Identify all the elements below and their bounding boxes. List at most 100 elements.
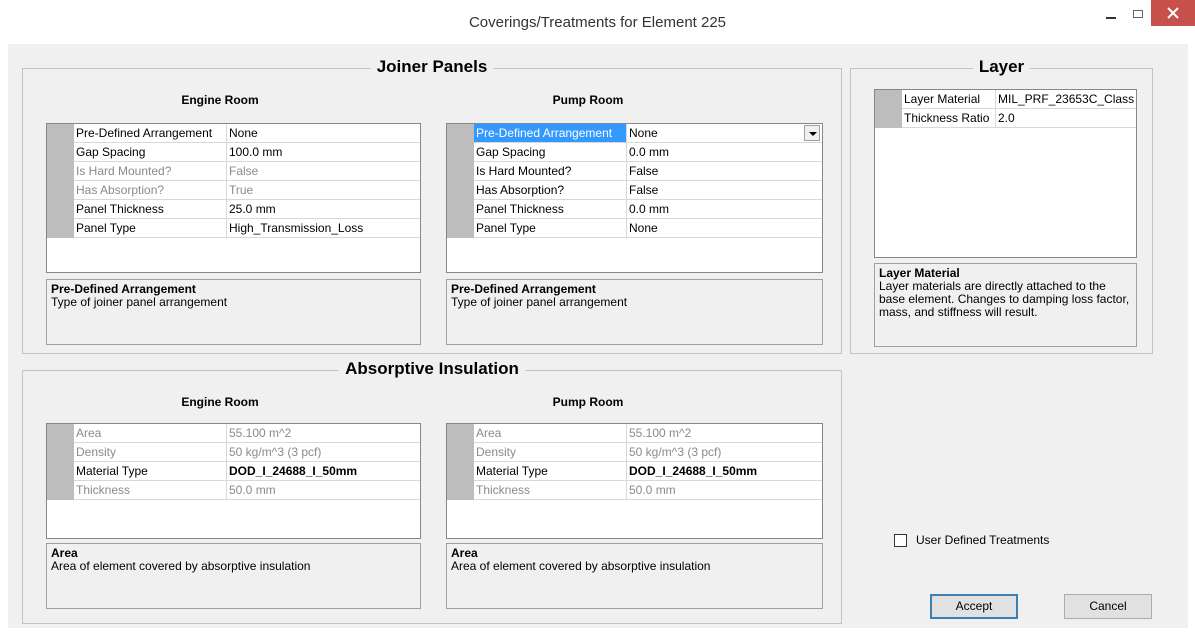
- description-text: Layer materials are directly attached to…: [879, 279, 1130, 319]
- property-name: Material Type: [74, 462, 227, 480]
- close-icon: [1167, 7, 1179, 19]
- property-value[interactable]: DOD_I_24688_I_50mm: [627, 462, 822, 480]
- property-row[interactable]: Is Hard Mounted? False: [474, 162, 822, 181]
- property-row[interactable]: Material Type DOD_I_24688_I_50mm: [74, 462, 420, 481]
- property-name: Area: [474, 424, 627, 442]
- property-name: Gap Spacing: [74, 143, 227, 161]
- property-row[interactable]: Panel Thickness 25.0 mm: [74, 200, 420, 219]
- minimize-icon: [1106, 17, 1116, 19]
- property-row[interactable]: Density 50 kg/m^3 (3 pcf): [474, 443, 822, 462]
- insulation-pump-room-description: Area Area of element covered by absorpti…: [446, 543, 823, 609]
- property-name: Has Absorption?: [74, 181, 227, 199]
- property-name: Pre-Defined Arrangement: [74, 124, 227, 142]
- property-value[interactable]: 50.0 mm: [227, 481, 420, 499]
- property-row[interactable]: Gap Spacing 100.0 mm: [74, 143, 420, 162]
- property-row[interactable]: Pre-Defined Arrangement None: [474, 124, 822, 143]
- layer-group: Layer Layer Material MIL_PRF_23653C_Clas…: [850, 57, 1153, 354]
- joiner-panels-group: Joiner Panels Engine Room Pump Room Pre-…: [22, 57, 842, 354]
- joiner-engine-room-grid[interactable]: Pre-Defined Arrangement None Gap Spacing…: [46, 123, 421, 273]
- insulation-pump-room-title: Pump Room: [552, 395, 624, 409]
- property-name: Panel Thickness: [74, 200, 227, 218]
- property-row[interactable]: Panel Type None: [474, 219, 822, 238]
- description-title: Area: [451, 546, 478, 560]
- description-title: Area: [51, 546, 78, 560]
- property-row[interactable]: Thickness 50.0 mm: [474, 481, 822, 500]
- property-value[interactable]: High_Transmission_Loss: [227, 219, 420, 237]
- property-name: Layer Material: [902, 90, 996, 108]
- layer-description: Layer Material Layer materials are direc…: [874, 263, 1137, 347]
- property-row[interactable]: Thickness 50.0 mm: [74, 481, 420, 500]
- property-value[interactable]: 100.0 mm: [227, 143, 420, 161]
- property-value[interactable]: 2.0: [996, 109, 1136, 127]
- property-name: Panel Type: [474, 219, 627, 237]
- grid-margin: [47, 424, 74, 500]
- layer-grid[interactable]: Layer Material MIL_PRF_23653C_Class Thic…: [874, 89, 1137, 258]
- window-title: Coverings/Treatments for Element 225: [468, 14, 727, 31]
- grid-margin: [447, 424, 474, 500]
- description-text: Type of joiner panel arrangement: [451, 295, 628, 309]
- property-row[interactable]: Has Absorption? True: [74, 181, 420, 200]
- property-name: Is Hard Mounted?: [474, 162, 627, 180]
- dropdown-button[interactable]: [804, 125, 820, 141]
- description-text: Area of element covered by absorptive in…: [451, 559, 711, 573]
- cancel-button[interactable]: Cancel: [1064, 594, 1152, 619]
- property-name: Density: [474, 443, 627, 461]
- grid-margin: [47, 124, 74, 238]
- description-title: Layer Material: [879, 266, 960, 280]
- property-value[interactable]: True: [227, 181, 420, 199]
- property-value[interactable]: DOD_I_24688_I_50mm: [227, 462, 420, 480]
- insulation-engine-room-grid[interactable]: Area 55.100 m^2 Density 50 kg/m^3 (3 pcf…: [46, 423, 421, 539]
- property-row[interactable]: Panel Type High_Transmission_Loss: [74, 219, 420, 238]
- description-title: Pre-Defined Arrangement: [451, 282, 596, 296]
- accept-button[interactable]: Accept: [930, 594, 1018, 619]
- dialog-client-area: Joiner Panels Engine Room Pump Room Pre-…: [8, 44, 1188, 628]
- property-value[interactable]: False: [227, 162, 420, 180]
- property-row[interactable]: Layer Material MIL_PRF_23653C_Class: [902, 90, 1136, 109]
- property-row[interactable]: Thickness Ratio 2.0: [902, 109, 1136, 128]
- property-name: Panel Thickness: [474, 200, 627, 218]
- property-value[interactable]: 50 kg/m^3 (3 pcf): [627, 443, 822, 461]
- property-row[interactable]: Pre-Defined Arrangement None: [74, 124, 420, 143]
- property-value[interactable]: None: [627, 219, 822, 237]
- property-row[interactable]: Is Hard Mounted? False: [74, 162, 420, 181]
- property-name: Thickness: [74, 481, 227, 499]
- title-bar[interactable]: Coverings/Treatments for Element 225: [0, 0, 1195, 44]
- property-value[interactable]: 55.100 m^2: [227, 424, 420, 442]
- property-value[interactable]: 55.100 m^2: [627, 424, 822, 442]
- property-row[interactable]: Area 55.100 m^2: [474, 424, 822, 443]
- property-value[interactable]: 0.0 mm: [627, 200, 822, 218]
- property-value[interactable]: None: [227, 124, 420, 142]
- property-value[interactable]: 0.0 mm: [627, 143, 822, 161]
- joiner-pump-room-grid[interactable]: Pre-Defined Arrangement None Gap Spacing…: [446, 123, 823, 273]
- user-defined-treatments-label: User Defined Treatments: [916, 533, 1050, 547]
- grid-margin: [875, 90, 902, 128]
- property-value[interactable]: False: [627, 181, 822, 199]
- property-value[interactable]: 50 kg/m^3 (3 pcf): [227, 443, 420, 461]
- insulation-engine-room-description: Area Area of element covered by absorpti…: [46, 543, 421, 609]
- maximize-button[interactable]: [1125, 0, 1151, 28]
- property-row[interactable]: Density 50 kg/m^3 (3 pcf): [74, 443, 420, 462]
- property-row[interactable]: Gap Spacing 0.0 mm: [474, 143, 822, 162]
- insulation-pump-room-grid[interactable]: Area 55.100 m^2 Density 50 kg/m^3 (3 pcf…: [446, 423, 823, 539]
- property-value[interactable]: None: [627, 124, 822, 142]
- property-name: Is Hard Mounted?: [74, 162, 227, 180]
- joiner-engine-room-description: Pre-Defined Arrangement Type of joiner p…: [46, 279, 421, 345]
- insulation-engine-room-title: Engine Room: [181, 395, 259, 409]
- property-value[interactable]: MIL_PRF_23653C_Class: [996, 90, 1136, 108]
- property-value[interactable]: False: [627, 162, 822, 180]
- property-value[interactable]: 25.0 mm: [227, 200, 420, 218]
- property-name: Thickness: [474, 481, 627, 499]
- close-button[interactable]: [1151, 0, 1195, 26]
- joiner-pump-room-description: Pre-Defined Arrangement Type of joiner p…: [446, 279, 823, 345]
- property-name: Panel Type: [74, 219, 227, 237]
- property-row[interactable]: Material Type DOD_I_24688_I_50mm: [474, 462, 822, 481]
- user-defined-treatments-checkbox[interactable]: [894, 534, 907, 547]
- minimize-button[interactable]: [1097, 0, 1125, 28]
- property-row[interactable]: Area 55.100 m^2: [74, 424, 420, 443]
- absorptive-insulation-group: Absorptive Insulation Engine Room Pump R…: [22, 359, 842, 624]
- property-row[interactable]: Has Absorption? False: [474, 181, 822, 200]
- property-value[interactable]: 50.0 mm: [627, 481, 822, 499]
- maximize-icon: [1133, 10, 1143, 18]
- property-row[interactable]: Panel Thickness 0.0 mm: [474, 200, 822, 219]
- property-name: Density: [74, 443, 227, 461]
